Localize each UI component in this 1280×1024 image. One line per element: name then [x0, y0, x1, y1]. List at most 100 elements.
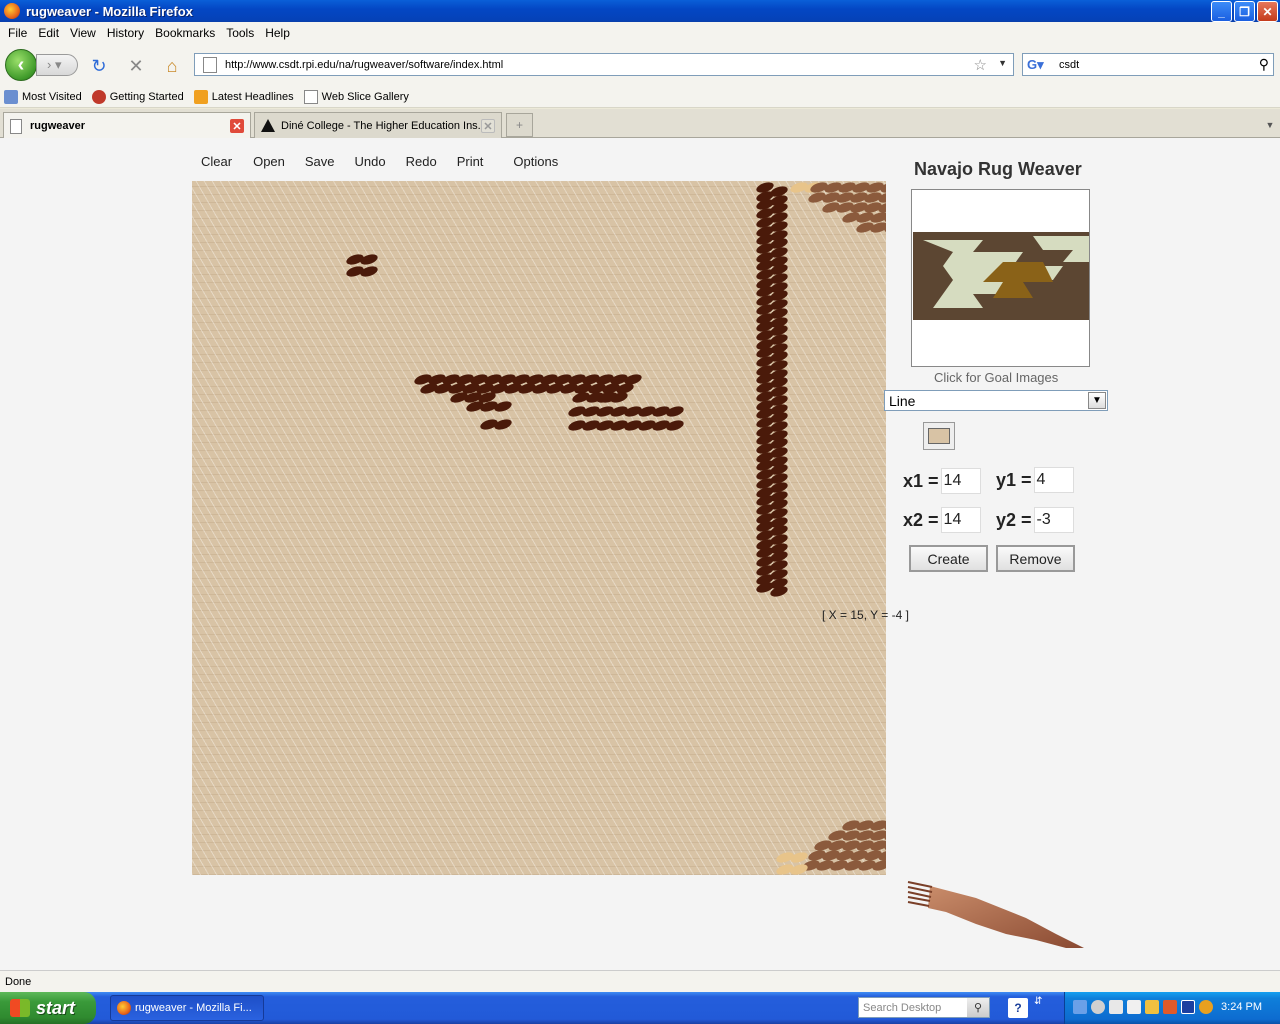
- taskbar-item-label: rugweaver - Mozilla Fi...: [135, 1002, 252, 1014]
- color-picker-button[interactable]: [923, 422, 955, 450]
- tab-label: rugweaver: [30, 120, 86, 132]
- back-button[interactable]: ‹: [5, 49, 37, 81]
- close-tab-icon[interactable]: ✕: [230, 119, 244, 133]
- status-text: Done: [5, 975, 32, 988]
- bookmark-latest-headlines[interactable]: Latest Headlines: [193, 89, 294, 104]
- start-button[interactable]: start: [0, 992, 96, 1024]
- open-button[interactable]: Open: [253, 154, 285, 169]
- goal-image[interactable]: [911, 189, 1090, 367]
- goal-pattern-graphic: [913, 232, 1089, 320]
- color-swatch: [928, 428, 950, 444]
- menu-bar: File Edit View History Bookmarks Tools H…: [0, 22, 1280, 44]
- tab-rugweaver[interactable]: rugweaver ✕: [3, 112, 251, 139]
- menu-bookmarks[interactable]: Bookmarks: [155, 26, 215, 40]
- stop-icon[interactable]: ✕: [125, 55, 147, 77]
- desktop-search-placeholder: Search Desktop: [863, 1001, 942, 1014]
- navigation-toolbar: ‹ › ▾ ↻ ✕ ⌂ http://www.csdt.rpi.edu/na/r…: [0, 44, 1280, 86]
- x1-input[interactable]: 14: [940, 468, 981, 494]
- desktop-search-input[interactable]: Search Desktop ⚲: [858, 997, 990, 1018]
- network-icon[interactable]: [1073, 1000, 1087, 1014]
- tab-dine-college[interactable]: Diné College - The Higher Education Ins.…: [254, 112, 502, 138]
- app-title: Navajo Rug Weaver: [914, 159, 1082, 179]
- x2-label: x2 =: [903, 509, 939, 530]
- bookmark-label: Getting Started: [109, 90, 184, 103]
- volume-icon[interactable]: [1145, 1000, 1159, 1014]
- security-icon[interactable]: [1163, 1000, 1177, 1014]
- search-icon[interactable]: ⚲: [1259, 56, 1269, 73]
- minimize-button[interactable]: _: [1211, 1, 1232, 22]
- menu-view[interactable]: View: [70, 26, 96, 40]
- app-tray-icon[interactable]: [1127, 1000, 1141, 1014]
- url-bar[interactable]: http://www.csdt.rpi.edu/na/rugweaver/sof…: [194, 53, 1014, 76]
- bookmark-folder-icon: [4, 89, 18, 104]
- forward-button[interactable]: › ▾: [36, 54, 78, 76]
- firefox-icon: [117, 1001, 131, 1015]
- maximize-button[interactable]: ❐: [1234, 1, 1255, 22]
- bookmark-label: Latest Headlines: [211, 90, 294, 103]
- bookmark-label: Web Slice Gallery: [321, 90, 409, 103]
- status-bar: Done: [0, 970, 1280, 992]
- bookmark-label: Most Visited: [22, 90, 82, 103]
- search-options-icon[interactable]: ⇵: [1034, 996, 1042, 1007]
- firefox-bookmark-icon: [91, 89, 106, 104]
- goal-image-preview: [913, 232, 1089, 320]
- bookmark-most-visited[interactable]: Most Visited: [4, 89, 82, 104]
- y2-input[interactable]: -3: [1033, 507, 1074, 533]
- windows-flag-icon: [10, 999, 30, 1017]
- taskbar-firefox-item[interactable]: rugweaver - Mozilla Fi...: [110, 995, 264, 1021]
- cursor-coordinates: [ X = 15, Y = -4 ]: [822, 608, 909, 622]
- magnifier-icon[interactable]: [1109, 1000, 1123, 1014]
- undo-button[interactable]: Undo: [355, 154, 386, 169]
- page-icon: [203, 56, 217, 73]
- search-input[interactable]: csdt: [1059, 59, 1079, 71]
- menu-file[interactable]: File: [8, 26, 27, 40]
- tab-list-icon[interactable]: ▼: [1262, 113, 1278, 137]
- bookmark-web-slice-gallery[interactable]: Web Slice Gallery: [303, 89, 409, 104]
- rss-icon: [193, 89, 208, 104]
- remove-button[interactable]: Remove: [996, 545, 1075, 572]
- close-tab-icon[interactable]: ✕: [481, 119, 495, 133]
- options-button[interactable]: Options: [513, 154, 558, 169]
- clear-button[interactable]: Clear: [201, 154, 232, 169]
- page-icon: [303, 89, 318, 104]
- save-button[interactable]: Save: [305, 154, 335, 169]
- y1-input[interactable]: 4: [1033, 467, 1074, 493]
- x2-row: x2 = 14: [903, 507, 981, 533]
- start-label: start: [36, 997, 76, 1018]
- redo-button[interactable]: Redo: [406, 154, 437, 169]
- new-tab-button[interactable]: +: [506, 113, 533, 137]
- x1-row: x1 = 14: [903, 468, 981, 494]
- x1-label: x1 =: [903, 470, 939, 491]
- search-bar[interactable]: G▾ csdt ⚲: [1022, 53, 1274, 76]
- display-icon[interactable]: [1181, 1000, 1195, 1014]
- help-icon[interactable]: ?: [1008, 998, 1028, 1018]
- bookmark-star-icon[interactable]: ☆: [974, 56, 987, 74]
- app-menu: Clear Open Save Undo Redo Print Options: [201, 154, 558, 169]
- menu-help[interactable]: Help: [265, 26, 290, 40]
- url-dropdown-icon[interactable]: ▼: [998, 58, 1007, 68]
- home-icon[interactable]: ⌂: [161, 55, 183, 77]
- rug-canvas[interactable]: [192, 181, 886, 875]
- window-controls: _ ❐ ✕: [1211, 1, 1278, 22]
- window-title-bar: rugweaver - Mozilla Firefox _ ❐ ✕: [0, 0, 1280, 22]
- alert-icon[interactable]: [1199, 1000, 1213, 1014]
- reload-icon[interactable]: ↻: [88, 55, 110, 77]
- menu-edit[interactable]: Edit: [38, 26, 59, 40]
- search-icon[interactable]: ⚲: [967, 998, 989, 1017]
- page-content: Clear Open Save Undo Redo Print Options …: [0, 138, 1280, 970]
- bookmarks-toolbar: Most Visited Getting Started Latest Head…: [0, 86, 1280, 108]
- tab-bar: rugweaver ✕ Diné College - The Higher Ed…: [0, 109, 1280, 139]
- menu-history[interactable]: History: [107, 26, 144, 40]
- print-button[interactable]: Print: [457, 154, 484, 169]
- sync-icon[interactable]: [1091, 1000, 1105, 1014]
- google-icon[interactable]: G▾: [1027, 57, 1044, 73]
- tab-label: Diné College - The Higher Education Ins.…: [281, 119, 487, 132]
- create-button[interactable]: Create: [909, 545, 988, 572]
- bookmark-getting-started[interactable]: Getting Started: [91, 89, 184, 104]
- x2-input[interactable]: 14: [940, 507, 981, 533]
- clock: 3:24 PM: [1221, 1001, 1262, 1013]
- chevron-down-icon[interactable]: ▼: [1088, 392, 1106, 409]
- tool-select[interactable]: Line ▼: [884, 390, 1108, 411]
- menu-tools[interactable]: Tools: [226, 26, 254, 40]
- close-button[interactable]: ✕: [1257, 1, 1278, 22]
